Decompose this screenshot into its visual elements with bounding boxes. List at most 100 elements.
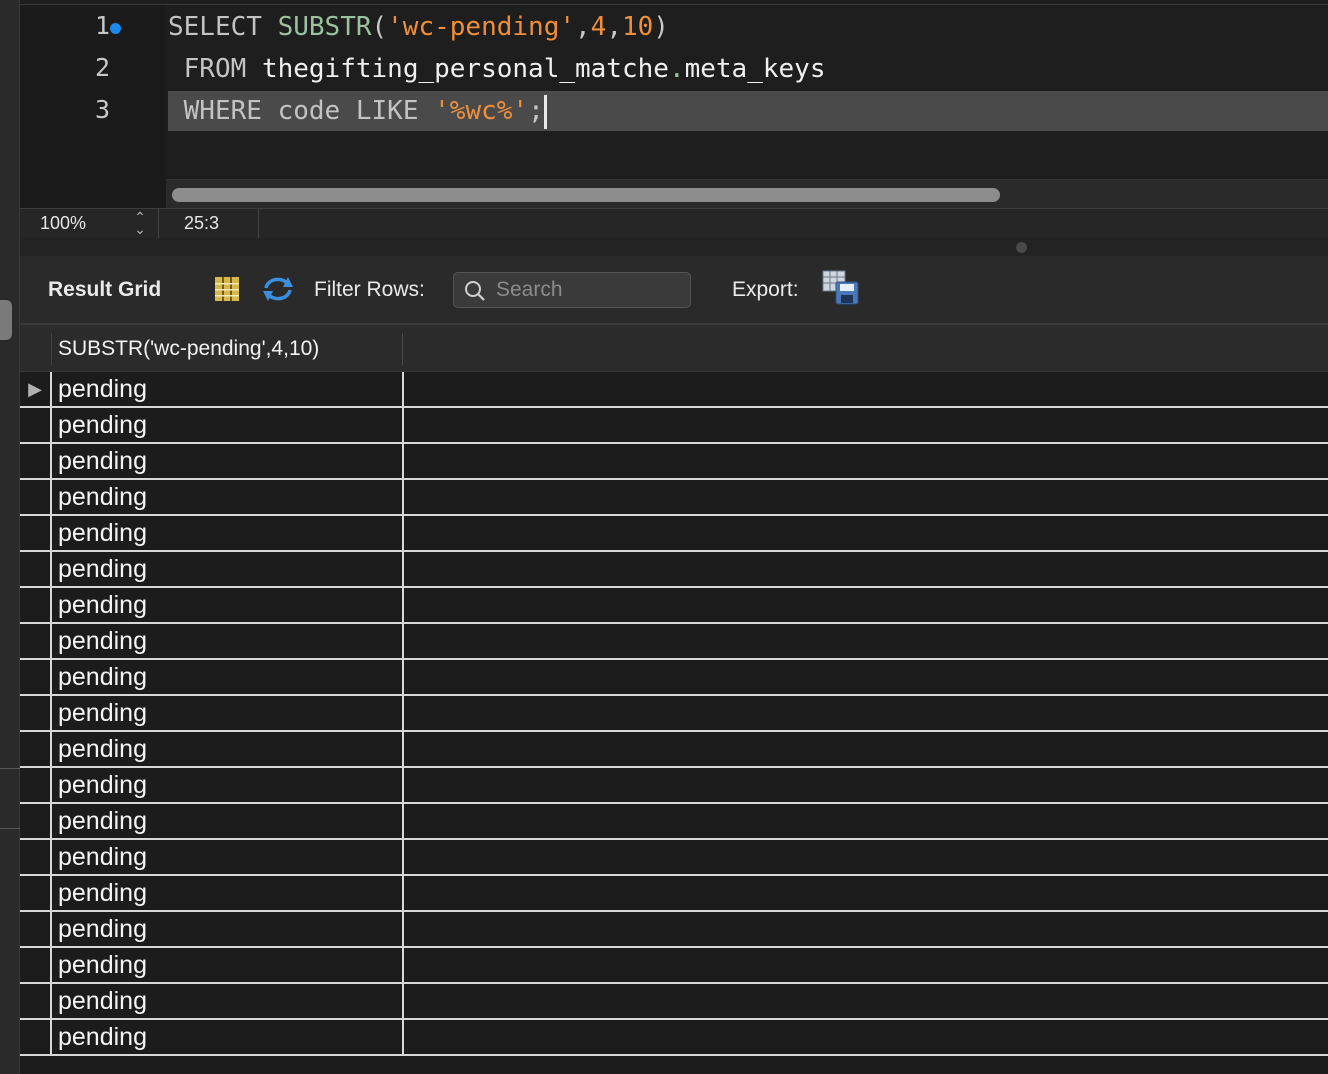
row-indicator[interactable] [20, 804, 52, 838]
row-indicator[interactable] [20, 876, 52, 910]
table-cell[interactable]: pending [58, 660, 147, 694]
row-indicator[interactable] [20, 948, 52, 982]
column-divider [402, 1020, 404, 1054]
table-row[interactable]: pending [20, 696, 1328, 732]
table-row[interactable]: pending [20, 516, 1328, 552]
zoom-stepper-icon[interactable]: ⌃ ⌄ [132, 210, 148, 237]
table-row[interactable]: pending [20, 804, 1328, 840]
column-divider [402, 912, 404, 946]
sql-string: 'wc-pending' [387, 12, 575, 42]
code-line-2[interactable]: FROM thegifting_personal_matche.meta_key… [168, 49, 826, 89]
column-divider [402, 732, 404, 766]
table-row[interactable]: pending [20, 480, 1328, 516]
table-row[interactable]: pending [20, 912, 1328, 948]
row-indicator[interactable] [20, 732, 52, 766]
table-cell[interactable]: pending [58, 912, 147, 946]
text-cursor [543, 94, 547, 129]
sql-keyword: FROM [168, 54, 247, 84]
table-cell[interactable]: pending [58, 696, 147, 730]
punctuation: , [606, 12, 622, 42]
table-cell[interactable]: pending [58, 624, 147, 658]
table-row[interactable]: pending [20, 660, 1328, 696]
table-row[interactable]: pending [20, 1020, 1328, 1056]
line-number: 1 [94, 11, 110, 40]
row-selected-indicator-icon[interactable]: ▶ [20, 372, 52, 406]
filter-search-box[interactable] [453, 272, 691, 308]
sql-table: meta_keys [684, 54, 826, 84]
table-cell[interactable]: pending [58, 552, 147, 586]
table-cell[interactable]: pending [58, 984, 147, 1018]
table-cell[interactable]: pending [58, 1020, 147, 1054]
zoom-level[interactable]: 100% [40, 213, 86, 234]
table-cell[interactable]: pending [58, 732, 147, 766]
row-indicator[interactable] [20, 444, 52, 478]
table-cell[interactable]: pending [58, 768, 147, 802]
result-grid[interactable]: SUBSTR('wc-pending',4,10) ▶ pending pendin… [20, 324, 1328, 1074]
row-indicator[interactable] [20, 480, 52, 514]
splitter-grip-icon[interactable] [1016, 242, 1027, 253]
row-indicator[interactable] [20, 588, 52, 622]
column-divider [402, 660, 404, 694]
statement-marker-icon[interactable] [110, 23, 121, 34]
table-row[interactable]: pending [20, 876, 1328, 912]
sql-editor[interactable]: 1 2 3 SELECT SUBSTR('wc-pending',4,10) F… [20, 4, 1328, 209]
table-cell[interactable]: pending [58, 480, 147, 514]
row-indicator[interactable] [20, 1020, 52, 1054]
table-row[interactable]: pending [20, 732, 1328, 768]
sql-string: '%wc%' [434, 96, 529, 126]
table-cell[interactable]: pending [58, 408, 147, 442]
column-divider [402, 948, 404, 982]
table-cell[interactable]: pending [58, 588, 147, 622]
grid-view-icon[interactable] [214, 276, 240, 302]
table-cell[interactable]: pending [58, 876, 147, 910]
panel-splitter[interactable] [20, 238, 1328, 256]
table-row[interactable]: pending [20, 444, 1328, 480]
horizontal-scrollbar-thumb[interactable] [172, 188, 1000, 202]
punctuation: ) [653, 12, 669, 42]
table-row[interactable]: ▶ pending [20, 372, 1328, 408]
row-indicator[interactable] [20, 516, 52, 550]
table-cell[interactable]: pending [58, 372, 147, 406]
code-line-3[interactable]: WHERE code LIKE '%wc%'; [168, 91, 1328, 131]
column-divider [402, 516, 404, 550]
result-grid-label: Result Grid [48, 278, 162, 301]
table-cell[interactable]: pending [58, 516, 147, 550]
row-indicator[interactable] [20, 912, 52, 946]
table-row[interactable]: pending [20, 408, 1328, 444]
sql-keyword: SELECT [168, 12, 262, 42]
sql-keyword: LIKE [355, 96, 419, 126]
refresh-icon[interactable] [260, 274, 296, 304]
column-header[interactable]: SUBSTR('wc-pending',4,10) [58, 337, 319, 361]
code-line-1[interactable]: SELECT SUBSTR('wc-pending',4,10) [168, 7, 669, 47]
table-row[interactable]: pending [20, 552, 1328, 588]
table-row[interactable]: pending [20, 588, 1328, 624]
row-indicator[interactable] [20, 984, 52, 1018]
row-indicator[interactable] [20, 696, 52, 730]
table-row[interactable]: pending [20, 624, 1328, 660]
row-indicator[interactable] [20, 624, 52, 658]
column-divider [402, 372, 404, 406]
column-divider [402, 624, 404, 658]
row-indicator[interactable] [20, 768, 52, 802]
row-indicator[interactable] [20, 840, 52, 874]
row-indicator[interactable] [20, 552, 52, 586]
row-indicator[interactable] [20, 660, 52, 694]
filter-rows-label: Filter Rows: [314, 278, 425, 301]
table-cell[interactable]: pending [58, 840, 147, 874]
export-icon[interactable] [822, 270, 860, 306]
punctuation: ( [371, 12, 388, 42]
horizontal-scrollbar[interactable] [166, 179, 1328, 209]
left-sidebar-strip [0, 0, 20, 1074]
column-resize-handle[interactable] [402, 333, 403, 365]
search-input[interactable] [496, 277, 682, 303]
table-row[interactable]: pending [20, 984, 1328, 1020]
row-indicator[interactable] [20, 408, 52, 442]
table-cell[interactable]: pending [58, 444, 147, 478]
table-cell[interactable]: pending [58, 948, 147, 982]
vertical-scrollbar-thumb[interactable] [0, 300, 12, 340]
table-row[interactable]: pending [20, 948, 1328, 984]
table-cell[interactable]: pending [58, 804, 147, 838]
table-row[interactable]: pending [20, 768, 1328, 804]
table-row[interactable]: pending [20, 840, 1328, 876]
